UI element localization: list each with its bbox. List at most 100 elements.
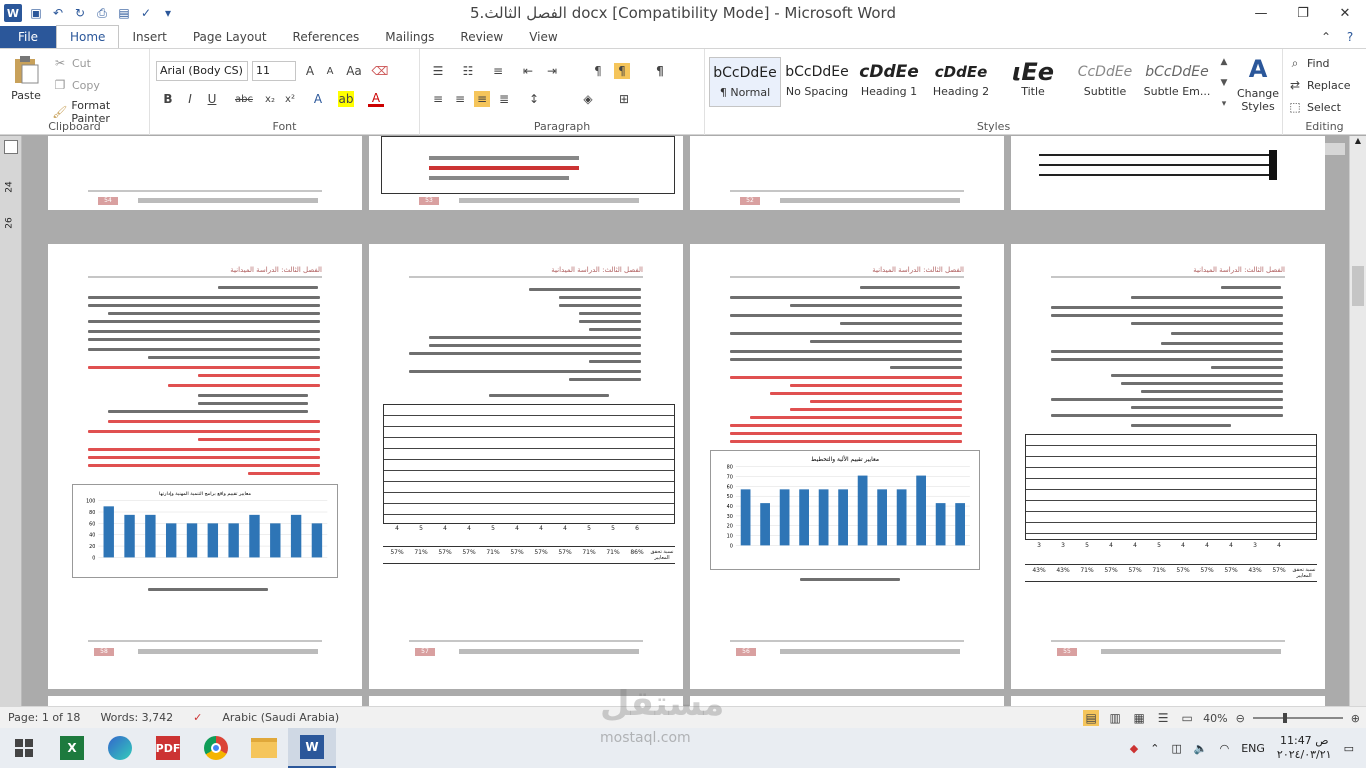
customize-toolbar-icon[interactable]: ▾ (160, 5, 176, 21)
full-screen-reading-icon[interactable]: ▥ (1107, 710, 1123, 726)
show-hide-marks-icon[interactable]: ¶ (652, 63, 668, 79)
tab-mailings[interactable]: Mailings (372, 26, 447, 48)
zoom-slider[interactable] (1252, 713, 1343, 723)
zoom-thumb[interactable] (1282, 713, 1287, 723)
tab-home[interactable]: Home (56, 25, 120, 48)
acrobat-icon[interactable]: PDF (144, 728, 192, 768)
numbering-icon[interactable]: ☷ (460, 63, 476, 79)
superscript-icon[interactable]: x² (282, 91, 298, 107)
decrease-indent-icon[interactable]: ⇤ (520, 63, 536, 79)
increase-indent-icon[interactable]: ⇥ (544, 63, 560, 79)
tab-selector-icon[interactable] (4, 140, 18, 154)
print-preview-icon[interactable]: ⎙ (94, 5, 110, 21)
style-heading-2[interactable]: cDdEe Heading 2 (925, 57, 997, 107)
zoom-out-icon[interactable]: ⊖ (1236, 712, 1245, 725)
change-case-icon[interactable]: Aa (346, 63, 362, 79)
page-count[interactable]: Page: 1 of 18 (8, 711, 80, 724)
open-icon[interactable]: ▤ (116, 5, 132, 21)
paste-button[interactable]: Paste (8, 55, 44, 102)
web-layout-icon[interactable]: ▦ (1131, 710, 1147, 726)
tab-insert[interactable]: Insert (119, 26, 179, 48)
draft-icon[interactable]: ▭ (1179, 710, 1195, 726)
italic-icon[interactable]: I (182, 91, 198, 107)
font-size-combo[interactable]: 11 (252, 61, 296, 81)
file-explorer-icon[interactable] (240, 728, 288, 768)
redo-icon[interactable]: ↻ (72, 5, 88, 21)
rtl-icon[interactable]: ¶ (614, 63, 630, 79)
highlight-icon[interactable]: ab (338, 91, 354, 107)
zoom-level[interactable]: 40% (1203, 712, 1227, 725)
strikethrough-icon[interactable]: abc (235, 91, 253, 107)
language-indicator[interactable]: Arabic (Saudi Arabia) (222, 711, 339, 724)
save-icon[interactable]: ▣ (28, 5, 44, 21)
style-subtitle[interactable]: CcDdEe Subtitle (1069, 57, 1141, 107)
multilevel-list-icon[interactable]: ≡ (490, 63, 506, 79)
security-icon[interactable]: ◆ (1130, 742, 1138, 755)
font-color-icon[interactable]: A (368, 91, 384, 107)
style-no-spacing[interactable]: bCcDdEe No Spacing (781, 57, 853, 107)
styles-scroll[interactable]: ▲ ▼ ▾ (1217, 57, 1231, 109)
style-normal[interactable]: bCcDdEe ¶ Normal (709, 57, 781, 107)
input-language[interactable]: ENG (1241, 742, 1265, 755)
style-subtle-emphasis[interactable]: bCcDdEe Subtle Em... (1141, 57, 1213, 107)
find-button[interactable]: ⌕ Find (1287, 55, 1330, 71)
document-area[interactable]: 24 26 161412108642 2 ▽ ▲ 54 53 52 (0, 136, 1366, 706)
justify-icon[interactable]: ≣ (496, 91, 512, 107)
print-layout-icon[interactable]: ▤ (1083, 710, 1100, 726)
notifications-icon[interactable]: ▭ (1344, 742, 1354, 755)
ltr-icon[interactable]: ¶ (590, 63, 606, 79)
network-icon[interactable]: ◫ (1171, 742, 1181, 755)
collapse-ribbon-icon[interactable]: ⌃ (1318, 29, 1334, 45)
subscript-icon[interactable]: x₂ (262, 91, 278, 107)
proofing-icon[interactable]: ✓ (193, 711, 202, 724)
close-button[interactable]: ✕ (1324, 0, 1366, 26)
more-styles-icon[interactable]: ▾ (1222, 99, 1227, 109)
font-name-combo[interactable]: Arial (Body CS) (156, 61, 248, 81)
bold-icon[interactable]: B (160, 91, 176, 107)
copy-button[interactable]: ❐ Copy (52, 77, 100, 93)
restore-button[interactable]: ❐ (1282, 0, 1324, 26)
shrink-font-icon[interactable]: A (322, 63, 338, 79)
chrome-icon[interactable] (192, 728, 240, 768)
wifi-icon[interactable]: ◠ (1220, 742, 1230, 755)
style-heading-1[interactable]: cDdEe Heading 1 (853, 57, 925, 107)
borders-icon[interactable]: ⊞ (616, 91, 632, 107)
replace-button[interactable]: ⇄ Replace (1287, 77, 1351, 93)
up-arrow-icon[interactable]: ▲ (1221, 57, 1228, 67)
style-title[interactable]: ιEe Title (997, 57, 1069, 107)
tab-references[interactable]: References (280, 26, 373, 48)
underline-icon[interactable]: U (204, 91, 220, 107)
align-right-icon[interactable]: ≡ (474, 91, 490, 107)
grow-font-icon[interactable]: A (302, 63, 318, 79)
help-icon[interactable]: ? (1342, 29, 1358, 45)
start-icon[interactable] (0, 728, 48, 768)
word-taskbar-icon[interactable]: W (288, 728, 336, 768)
change-styles-button[interactable]: A Change Styles (1235, 55, 1281, 113)
minimize-button[interactable]: — (1240, 0, 1282, 26)
word-logo-icon[interactable]: W (4, 4, 22, 22)
select-button[interactable]: ⬚ Select (1287, 99, 1341, 115)
tab-file[interactable]: File (0, 26, 56, 48)
excel-icon[interactable]: X (48, 728, 96, 768)
scroll-up-icon[interactable]: ▲ (1350, 136, 1366, 150)
tab-review[interactable]: Review (447, 26, 516, 48)
vertical-scrollbar[interactable]: ▲ (1349, 136, 1366, 706)
align-center-icon[interactable]: ≡ (452, 91, 468, 107)
volume-icon[interactable]: 🔈 (1194, 742, 1208, 755)
spelling-icon[interactable]: ✓ (138, 5, 154, 21)
undo-icon[interactable]: ↶ (50, 5, 66, 21)
clock[interactable]: 11:47 ص ٢٠٢٤/٠٣/٢١ (1277, 734, 1332, 762)
tab-page-layout[interactable]: Page Layout (180, 26, 280, 48)
text-effects-icon[interactable]: A (310, 91, 326, 107)
scroll-thumb[interactable] (1352, 266, 1364, 306)
zoom-in-icon[interactable]: ⊕ (1351, 712, 1360, 725)
edge-icon[interactable] (96, 728, 144, 768)
clear-formatting-icon[interactable]: ⌫ (372, 63, 389, 79)
tab-view[interactable]: View (516, 26, 570, 48)
outline-icon[interactable]: ☰ (1155, 710, 1171, 726)
align-left-icon[interactable]: ≡ (430, 91, 446, 107)
cut-button[interactable]: ✂ Cut (52, 55, 91, 71)
line-spacing-icon[interactable]: ↕ (526, 91, 542, 107)
word-count[interactable]: Words: 3,742 (100, 711, 173, 724)
down-arrow-icon[interactable]: ▼ (1221, 78, 1228, 88)
